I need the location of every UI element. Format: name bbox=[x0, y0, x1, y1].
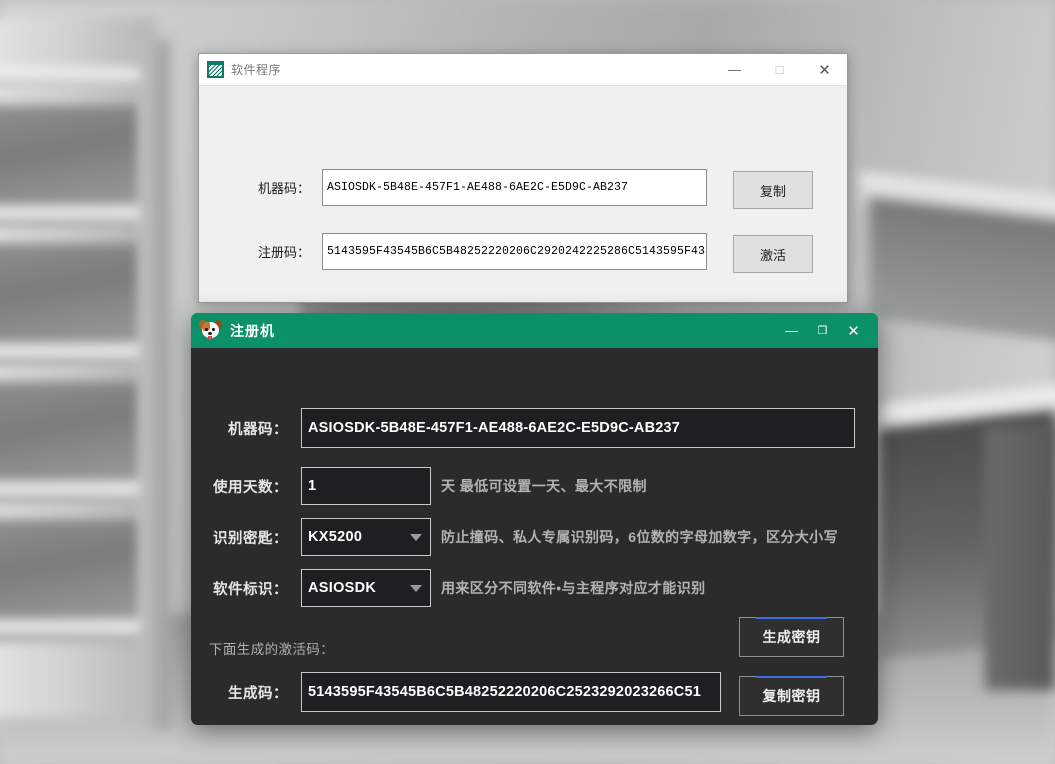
software-program-window: 软件程序 — □ ✕ 机器码： ASIOSDK-5B48E-457F1-AE48… bbox=[198, 53, 848, 303]
background-desk-upper-front bbox=[870, 197, 1055, 343]
keygen-window-title: 注册机 bbox=[230, 322, 275, 339]
background-shelf bbox=[0, 68, 148, 86]
keygen-software-id-label: 软件标识： bbox=[213, 581, 288, 598]
background-desk-leg bbox=[985, 425, 1055, 690]
keygen-body: 机器码： ASIOSDK-5B48E-457F1-AE488-6AE2C-E5D… bbox=[191, 348, 878, 725]
keygen-generated-code-row: 生成码： 5143595F43545B6C5B48252220206C25232… bbox=[209, 672, 721, 712]
chevron-down-icon bbox=[410, 534, 422, 541]
keygen-minimize-button[interactable]: — bbox=[776, 313, 807, 348]
background-shelf bbox=[0, 344, 148, 362]
keygen-days-row: 使用天数： 1 天 最低可设置一天、最大不限制 bbox=[209, 467, 647, 505]
software-registration-code-label: 注册码： bbox=[257, 245, 310, 260]
keygen-machine-code-label: 机器码： bbox=[228, 421, 288, 438]
keygen-software-id-select[interactable]: ASIOSDK bbox=[301, 569, 431, 607]
keygen-identify-key-label: 识别密匙： bbox=[213, 530, 288, 547]
background-shelf bbox=[0, 482, 148, 500]
software-window-title: 软件程序 bbox=[231, 63, 282, 77]
keygen-identify-key-value: KX5200 bbox=[308, 529, 363, 545]
keygen-software-id-hint: 用来区分不同软件•与主程序对应才能识别 bbox=[441, 580, 706, 596]
keygen-window: 注册机 — ❐ ✕ 机器码： ASIOSDK-5B48E-457F1-AE488… bbox=[191, 313, 878, 725]
software-window-titlebar[interactable]: 软件程序 — □ ✕ bbox=[199, 54, 847, 86]
keygen-identify-key-row: 识别密匙： KX5200 防止撞码、私人专属识别码，6位数的字母加数字，区分大小… bbox=[209, 518, 838, 556]
software-registration-code-input[interactable]: 5143595F43545B6C5B48252220206C2920242225… bbox=[322, 233, 707, 270]
close-button[interactable]: ✕ bbox=[802, 54, 847, 86]
background-shelf bbox=[0, 620, 148, 638]
software-window-controls: — □ ✕ bbox=[712, 54, 847, 86]
copy-button[interactable]: 复制 bbox=[733, 171, 813, 209]
keygen-titlebar[interactable]: 注册机 — ❐ ✕ bbox=[191, 313, 878, 348]
chevron-down-icon bbox=[410, 585, 422, 592]
keygen-generated-code-input[interactable]: 5143595F43545B6C5B48252220206C2523292023… bbox=[301, 672, 721, 712]
background-shelf bbox=[0, 206, 148, 224]
keygen-generated-code-label: 生成码： bbox=[228, 685, 288, 702]
desktop-background: 软件程序 — □ ✕ 机器码： ASIOSDK-5B48E-457F1-AE48… bbox=[0, 0, 1055, 764]
keygen-software-id-row: 软件标识： ASIOSDK 用来区分不同软件•与主程序对应才能识别 bbox=[209, 569, 706, 607]
keygen-machine-code-row: 机器码： ASIOSDK-5B48E-457F1-AE488-6AE2C-E5D… bbox=[209, 408, 855, 448]
keygen-days-label: 使用天数： bbox=[213, 479, 288, 496]
copy-key-button[interactable]: 复制密钥 bbox=[739, 676, 844, 716]
dog-face-icon bbox=[198, 319, 223, 341]
activate-button[interactable]: 激活 bbox=[733, 235, 813, 273]
software-machine-code-label: 机器码： bbox=[257, 181, 310, 196]
software-machine-code-row: 机器码： ASIOSDK-5B48E-457F1-AE488-6AE2C-E5D… bbox=[237, 169, 707, 206]
keygen-machine-code-input[interactable]: ASIOSDK-5B48E-457F1-AE488-6AE2C-E5D9C-AB… bbox=[301, 408, 855, 448]
generate-key-button[interactable]: 生成密钥 bbox=[739, 617, 844, 657]
keygen-close-button[interactable]: ✕ bbox=[838, 313, 869, 348]
keygen-identify-key-hint: 防止撞码、私人专属识别码，6位数的字母加数字，区分大小写 bbox=[441, 529, 838, 545]
keygen-days-hint: 天 最低可设置一天、最大不限制 bbox=[441, 478, 647, 494]
software-window-body: 机器码： ASIOSDK-5B48E-457F1-AE488-6AE2C-E5D… bbox=[199, 86, 847, 303]
keygen-window-controls: — ❐ ✕ bbox=[776, 313, 878, 348]
keygen-generated-note: 下面生成的激活码： bbox=[209, 642, 335, 657]
e-language-logo-icon bbox=[207, 61, 224, 78]
keygen-days-input[interactable]: 1 bbox=[301, 467, 431, 505]
software-machine-code-input[interactable]: ASIOSDK-5B48E-457F1-AE488-6AE2C-E5D9C-AB… bbox=[322, 169, 707, 206]
background-bookcase-side bbox=[140, 40, 170, 730]
software-registration-code-row: 注册码： 5143595F43545B6C5B48252220206C29202… bbox=[237, 233, 707, 270]
keygen-maximize-button[interactable]: ❐ bbox=[807, 313, 838, 348]
keygen-identify-key-select[interactable]: KX5200 bbox=[301, 518, 431, 556]
keygen-software-id-value: ASIOSDK bbox=[308, 580, 377, 596]
maximize-button[interactable]: □ bbox=[757, 54, 802, 86]
minimize-button[interactable]: — bbox=[712, 54, 757, 86]
